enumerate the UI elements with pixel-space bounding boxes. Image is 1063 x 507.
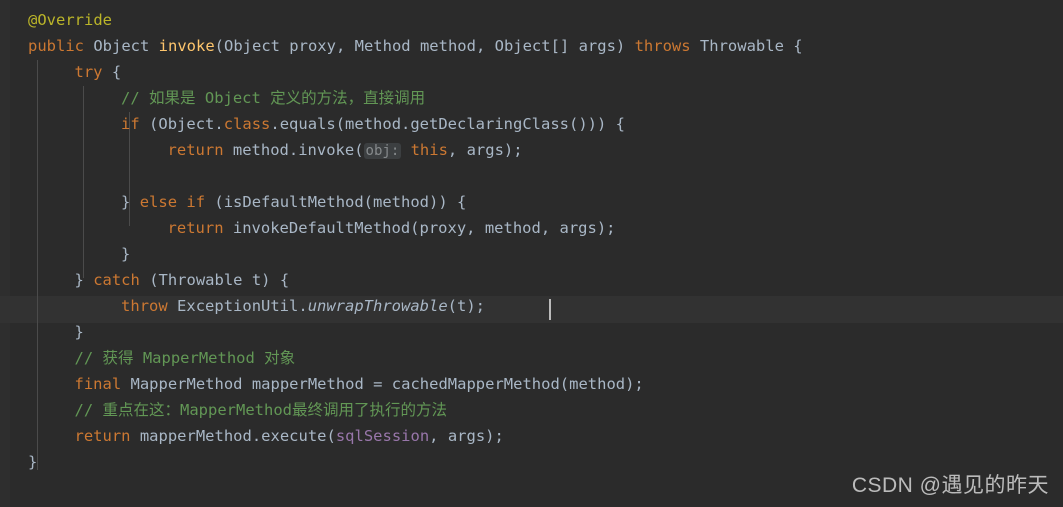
code-line[interactable]: } [75, 319, 84, 345]
code-token-comment: // 获得 MapperMethod 对象 [74, 349, 296, 367]
code-line[interactable]: if (Object.class.equals(method.getDeclar… [121, 111, 625, 137]
code-token-keyword: throw [121, 297, 168, 315]
code-token-default: ExceptionUtil. [167, 297, 308, 315]
code-token-keyword: return [167, 219, 224, 237]
code-token-default [177, 193, 186, 211]
text-caret [549, 299, 551, 320]
code-line[interactable]: } else if (isDefaultMethod(method)) { [121, 189, 466, 215]
code-token-comment: // 重点在这：MapperMethod最终调用了执行的方法 [74, 401, 447, 419]
code-token-keyword: return [167, 141, 224, 159]
code-token-default: (Object proxy, Method method, Object[] a… [214, 37, 635, 55]
code-token-default: Throwable { [690, 37, 803, 55]
code-line[interactable]: public Object invoke(Object proxy, Metho… [28, 33, 803, 59]
code-line[interactable]: final MapperMethod mapperMethod = cached… [75, 371, 644, 397]
code-token-annotation: @Override [28, 11, 112, 29]
code-token-static: unwrapThrowable [307, 297, 448, 315]
code-token-default: (isDefaultMethod(method)) { [205, 193, 467, 211]
code-line[interactable]: @Override [28, 7, 112, 33]
code-token-default: Object [84, 37, 159, 55]
code-token-keyword: else [139, 193, 178, 211]
code-token-default: .equals(method.getDeclaringClass())) { [270, 115, 625, 133]
code-line[interactable]: } catch (Throwable t) { [75, 267, 290, 293]
code-token-default: , args); [447, 141, 523, 159]
code-line[interactable]: return invokeDefaultMethod(proxy, method… [168, 215, 616, 241]
code-line[interactable]: throw ExceptionUtil.unwrapThrowable(t); [121, 293, 485, 319]
code-line[interactable]: } [121, 241, 130, 267]
code-line[interactable]: } [28, 449, 37, 475]
code-token-keyword: public [28, 37, 84, 55]
code-token-field: sqlSession [335, 427, 430, 445]
code-token-keyword: class [223, 115, 271, 133]
code-token-keyword: throws [634, 37, 691, 55]
code-token-default: } [74, 271, 94, 289]
code-line[interactable]: try { [75, 59, 122, 85]
code-line[interactable]: // 获得 MapperMethod 对象 [75, 345, 296, 371]
code-token-keyword: try [74, 63, 103, 81]
code-token-default: } [28, 453, 38, 471]
code-token-default: MapperMethod mapperMethod = cachedMapper… [121, 375, 644, 393]
code-editor-view[interactable]: @Override public Object invoke(Object pro… [0, 0, 1063, 507]
parameter-inlay-hint: obj: [363, 143, 402, 159]
code-token-keyword: return [74, 427, 131, 445]
code-line[interactable]: // 如果是 Object 定义的方法，直接调用 [121, 85, 425, 111]
code-token-keyword: if [121, 115, 140, 133]
code-token-default: mapperMethod.execute( [130, 427, 336, 445]
code-token-default: { [102, 63, 122, 81]
code-token-keyword: final [74, 375, 122, 393]
code-token-default: method.invoke( [223, 141, 364, 159]
code-token-default: } [121, 193, 140, 211]
code-line[interactable]: // 重点在这：MapperMethod最终调用了执行的方法 [75, 397, 447, 423]
code-token-keyword: catch [93, 271, 140, 289]
code-token-default: invokeDefaultMethod(proxy, method, args)… [223, 219, 616, 237]
code-token-default: } [74, 323, 84, 341]
code-token-default: (Object. [139, 115, 224, 133]
code-token-comment: // 如果是 Object 定义的方法，直接调用 [121, 89, 426, 107]
code-token-default: (Throwable t) { [139, 271, 290, 289]
code-token-keyword: if [186, 193, 206, 211]
code-token-default: , args); [429, 427, 504, 445]
code-token-method: invoke [158, 37, 215, 55]
code-line[interactable]: return method.invoke(obj: this, args); [168, 137, 523, 163]
code-token-keyword: this [410, 141, 448, 159]
code-line[interactable]: return mapperMethod.execute(sqlSession, … [75, 423, 504, 449]
code-text-surface[interactable]: @Override public Object invoke(Object pro… [0, 0, 1063, 507]
code-token-default: (t); [447, 297, 485, 315]
code-token-default: } [121, 245, 131, 263]
watermark-label: CSDN @遇见的昨天 [851, 474, 1049, 497]
code-token-default [401, 141, 410, 159]
